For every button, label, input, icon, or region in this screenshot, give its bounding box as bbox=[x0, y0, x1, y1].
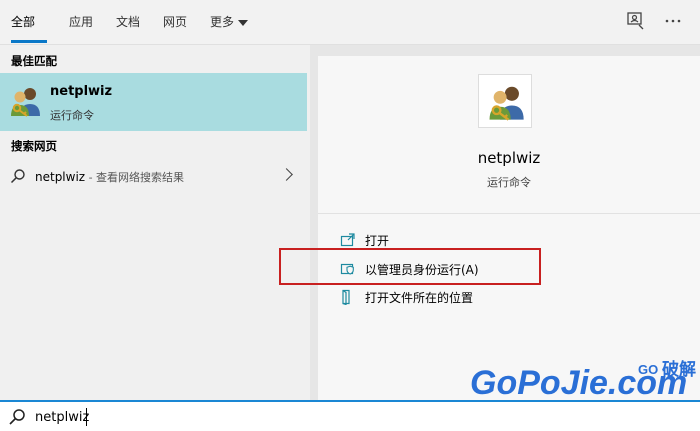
open-action[interactable]: 打开 bbox=[340, 230, 389, 250]
tab-all[interactable]: 全部 bbox=[11, 13, 35, 30]
web-search-suffix: - 查看网络搜索结果 bbox=[85, 171, 185, 184]
tab-more[interactable]: 更多 bbox=[210, 13, 249, 30]
tab-apps[interactable]: 应用 bbox=[69, 13, 93, 30]
web-search-item[interactable]: netplwiz - 查看网络搜索结果 bbox=[0, 161, 307, 191]
best-match-item[interactable]: netplwiz 运行命令 bbox=[0, 73, 307, 131]
best-match-title: netplwiz bbox=[50, 84, 113, 99]
tab-documents[interactable]: 文档 bbox=[116, 13, 140, 30]
app-name: netplwiz bbox=[477, 149, 541, 167]
more-options-icon[interactable] bbox=[662, 10, 684, 32]
open-file-location-label: 打开文件所在的位置 bbox=[365, 290, 474, 305]
web-search-heading: 搜索网页 bbox=[11, 139, 57, 153]
divider bbox=[318, 213, 700, 214]
details-pane: netplwiz 运行命令 打开 以管理员身份运行(A) 打开文件所在的位置 bbox=[318, 56, 700, 400]
search-input[interactable] bbox=[35, 405, 635, 429]
chevron-down-icon bbox=[238, 19, 249, 26]
open-file-location-action[interactable]: 打开文件所在的位置 bbox=[340, 287, 473, 307]
tab-web[interactable]: 网页 bbox=[163, 13, 187, 30]
chevron-right-icon[interactable] bbox=[280, 168, 293, 181]
active-tab-indicator bbox=[11, 40, 47, 43]
web-search-query: netplwiz bbox=[35, 170, 86, 184]
svg-text:GO: GO bbox=[638, 362, 658, 377]
best-match-subtitle: 运行命令 bbox=[50, 109, 94, 122]
open-action-label: 打开 bbox=[365, 233, 390, 248]
open-icon bbox=[340, 233, 355, 247]
results-pane: 最佳匹配 netplwiz 运行命令 搜索网页 netplwiz - 查看网络搜… bbox=[0, 45, 310, 400]
users-app-icon bbox=[489, 86, 524, 121]
gopojie-watermark-logo: GoPoJie.com GO 破解 bbox=[470, 359, 696, 400]
feedback-icon[interactable] bbox=[625, 10, 647, 32]
text-caret bbox=[86, 408, 87, 426]
highlight-box bbox=[279, 248, 541, 285]
search-icon bbox=[10, 169, 25, 184]
tab-more-label: 更多 bbox=[210, 15, 235, 29]
best-match-heading: 最佳匹配 bbox=[11, 54, 57, 68]
users-app-icon bbox=[11, 88, 40, 117]
app-icon-tile bbox=[478, 74, 532, 128]
folder-location-icon bbox=[342, 289, 350, 305]
svg-text:破解: 破解 bbox=[662, 359, 696, 380]
search-tabs-bar: 全部 应用 文档 网页 更多 bbox=[0, 0, 700, 45]
app-type: 运行命令 bbox=[487, 176, 531, 189]
search-bar bbox=[0, 400, 700, 431]
search-icon bbox=[9, 409, 25, 425]
web-search-text: netplwiz - 查看网络搜索结果 bbox=[35, 169, 184, 185]
